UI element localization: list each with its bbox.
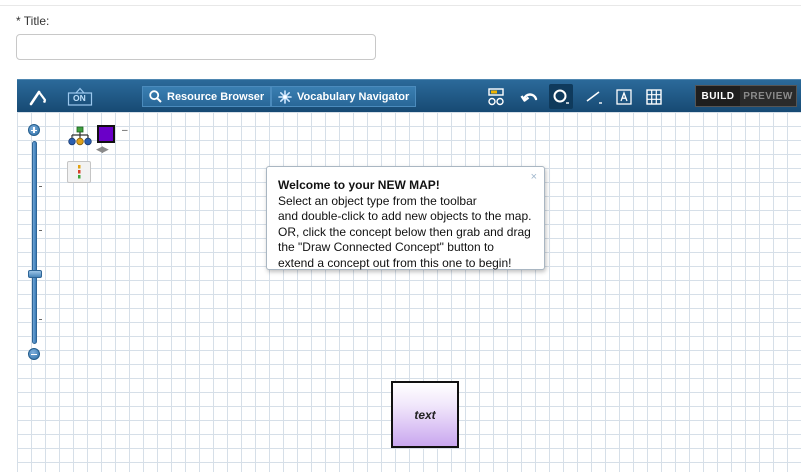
map-toolbar: ON Resource Browser Vocabulary Navigator… [17, 79, 801, 112]
welcome-line: and double-click to add new objects to t… [278, 209, 532, 223]
concept-node-label: text [414, 407, 436, 422]
zoom-tick [39, 186, 42, 187]
welcome-popup: × Welcome to your NEW MAP! Select an obj… [266, 166, 545, 270]
layout-icon[interactable] [483, 80, 509, 113]
concept-node[interactable]: text [391, 381, 459, 448]
swatch-dash: – [122, 125, 128, 136]
toggle-on-icon[interactable]: ON [65, 80, 95, 113]
zoom-tick [39, 230, 42, 231]
zoom-out-icon[interactable] [28, 348, 40, 360]
zoom-in-icon[interactable] [28, 124, 40, 136]
close-icon[interactable]: × [531, 170, 537, 186]
search-icon [149, 90, 162, 103]
line-tool-icon[interactable] [581, 80, 607, 113]
undo-icon[interactable] [517, 80, 543, 113]
zoom-tick [39, 319, 42, 320]
text-tool-icon[interactable] [611, 80, 637, 113]
resource-browser-button[interactable]: Resource Browser [142, 86, 272, 107]
palette-icon[interactable] [67, 161, 91, 183]
grid-icon[interactable] [641, 80, 667, 113]
welcome-line: OR, click the concept below then grab an… [278, 224, 531, 239]
build-mode-button[interactable]: BUILD [696, 86, 740, 106]
vocabulary-navigator-button[interactable]: Vocabulary Navigator [271, 86, 417, 107]
toggle-on-badge: ON [73, 93, 86, 103]
magic-wand-icon[interactable] [21, 80, 55, 113]
top-divider [0, 0, 801, 6]
welcome-line: Select an object type from the toolbar [278, 193, 477, 208]
vocabulary-icon [278, 89, 292, 104]
zoom-slider-thumb[interactable] [28, 270, 42, 278]
welcome-line: the "Draw Connected Concept" button to [278, 240, 494, 254]
title-label: * Title: [16, 14, 50, 28]
concept-tool-icon[interactable] [549, 80, 573, 113]
preview-mode-button[interactable]: PREVIEW [740, 86, 796, 106]
resource-browser-label: Resource Browser [167, 90, 265, 103]
swatch-arrows-icon[interactable]: ◀▶ [96, 144, 109, 155]
mode-switch: BUILD PREVIEW [695, 85, 797, 107]
title-input[interactable] [16, 34, 376, 60]
vocabulary-navigator-label: Vocabulary Navigator [297, 90, 410, 103]
concept-color-swatch[interactable] [97, 125, 115, 143]
welcome-title: Welcome to your NEW MAP! [278, 178, 440, 192]
welcome-line: extend a concept out from this one to be… [278, 255, 512, 270]
hierarchy-icon[interactable] [68, 126, 92, 151]
zoom-slider-track[interactable] [32, 141, 37, 344]
